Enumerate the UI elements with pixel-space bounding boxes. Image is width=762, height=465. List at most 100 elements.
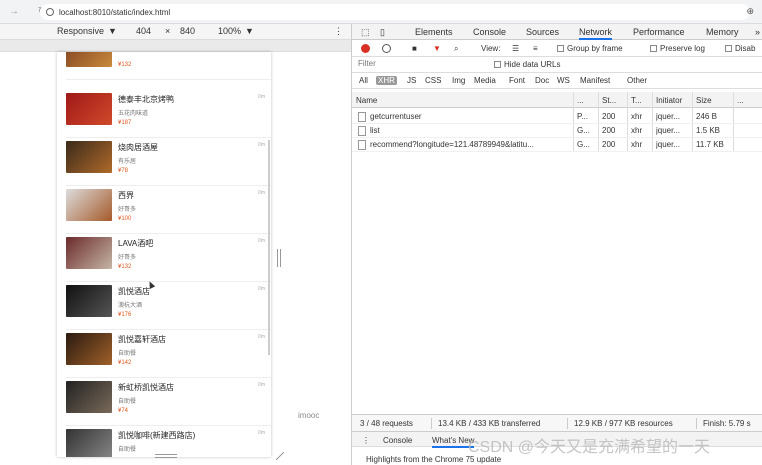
list-item[interactable]: 德泰丰北京烤鸭 五花肉味道 ¥187 0m bbox=[57, 90, 271, 138]
watermark: CSDN @今天又是充满希望的一天 bbox=[468, 439, 711, 456]
tab-drawer-console[interactable]: Console bbox=[383, 436, 412, 445]
device-toggle-icon[interactable]: ▯ bbox=[380, 27, 385, 38]
filter-icon[interactable]: ▼ bbox=[433, 44, 441, 53]
cell-m: G... bbox=[577, 126, 590, 135]
type-filter-xhr[interactable]: XHR bbox=[376, 76, 397, 85]
list-item[interactable]: LAVA酒吧 好哥多 ¥132 0m bbox=[57, 234, 271, 282]
zoom-select[interactable]: 100% bbox=[218, 26, 241, 36]
tab-network[interactable]: Network bbox=[579, 27, 613, 40]
requests-count: 3 / 48 requests bbox=[360, 419, 413, 428]
type-filter-manifest[interactable]: Manifest bbox=[578, 76, 612, 85]
restaurant-distance: 0m bbox=[258, 382, 265, 388]
url-text: localhost:8010/static/index.html bbox=[59, 7, 171, 17]
restaurant-photo bbox=[66, 52, 112, 67]
height-field[interactable]: 840 bbox=[180, 26, 195, 36]
list-view-icon[interactable]: ☰ bbox=[512, 44, 519, 53]
type-filter-img[interactable]: Img bbox=[450, 76, 467, 85]
restaurant-price: ¥142 bbox=[118, 360, 132, 366]
more-icon[interactable]: ⋮ bbox=[334, 26, 343, 37]
restaurant-photo bbox=[66, 93, 112, 125]
restaurant-tag: 好哥多 bbox=[118, 255, 137, 261]
tab-sources[interactable]: Sources bbox=[526, 27, 559, 37]
preserve-log[interactable]: Preserve log bbox=[650, 44, 705, 53]
device-select[interactable]: Responsive bbox=[57, 26, 104, 36]
resize-handle-bottom[interactable] bbox=[155, 454, 177, 458]
restaurant-name: 凯悦咖啡(新建西路店) bbox=[118, 431, 196, 440]
table-header: Name... St... T... Initiator Size... bbox=[352, 92, 762, 108]
restaurant-distance: 0m bbox=[258, 286, 265, 292]
restaurant-name: 凯悦嘉轩酒店 bbox=[118, 335, 166, 344]
hide-data-urls[interactable]: Hide data URLs bbox=[494, 60, 560, 69]
devtools-tabs: ⬚ ▯ Elements Console Sources Network Per… bbox=[352, 24, 762, 40]
disable-cache[interactable]: Disab bbox=[725, 44, 755, 53]
restaurant-photo bbox=[66, 285, 112, 317]
type-filter-other[interactable]: Other bbox=[625, 76, 649, 85]
drawer-menu-icon[interactable]: ⋮ bbox=[362, 436, 370, 445]
restaurant-distance: 0m bbox=[258, 334, 265, 340]
restaurant-name: 烧肉居酒屋 bbox=[118, 143, 158, 152]
camera-icon[interactable]: ■ bbox=[412, 44, 417, 53]
width-field[interactable]: 404 bbox=[136, 26, 151, 36]
file-icon bbox=[358, 112, 366, 122]
list-item[interactable]: 凯悦咖啡(新建西路店) 自助餐 0m bbox=[57, 426, 271, 457]
tab-memory[interactable]: Memory bbox=[706, 27, 739, 37]
cell-size: 11.7 KB bbox=[696, 140, 724, 149]
table-row[interactable]: getcurrentuser P... 200 xhr jquer... 246 B bbox=[352, 110, 762, 124]
list-item[interactable]: 烧肉居酒屋 有乐居 ¥78 0m bbox=[57, 138, 271, 186]
cell-size: 1.5 KB bbox=[696, 126, 721, 135]
column-header[interactable]: ... bbox=[737, 96, 744, 105]
inspect-icon[interactable]: ⬚ bbox=[361, 27, 370, 38]
tab-elements[interactable]: Elements bbox=[415, 27, 453, 37]
resize-handle[interactable] bbox=[277, 249, 281, 267]
network-toolbar: ■ ▼ ⌕ View: ☰ ≡ Group by frame Preserve … bbox=[352, 40, 762, 57]
type-filter-font[interactable]: Font bbox=[507, 76, 527, 85]
type-filter-css[interactable]: CSS bbox=[423, 76, 443, 85]
list-item[interactable]: ¥132 bbox=[57, 52, 271, 80]
resize-corner[interactable] bbox=[276, 452, 284, 460]
type-filter-media[interactable]: Media bbox=[472, 76, 498, 85]
column-header[interactable]: ... bbox=[577, 96, 584, 105]
type-filter-all[interactable]: All bbox=[357, 76, 370, 85]
restaurant-tag: 好哥多 bbox=[118, 207, 137, 213]
transferred-size: 13.4 KB / 433 KB transferred bbox=[438, 419, 541, 428]
tab-console[interactable]: Console bbox=[473, 27, 506, 37]
type-filter-js[interactable]: JS bbox=[405, 76, 418, 85]
column-header[interactable]: T... bbox=[631, 96, 642, 105]
record-icon[interactable] bbox=[361, 44, 370, 53]
list-item[interactable]: 新虹桥凯悦酒店 自助餐 ¥74 0m bbox=[57, 378, 271, 426]
more-tabs-icon[interactable]: » bbox=[755, 27, 760, 37]
list-item[interactable]: 凯悦酒店澳杭大酒 ¥176 0m bbox=[57, 282, 271, 330]
type-filter-ws[interactable]: WS bbox=[555, 76, 572, 85]
cell-size: 246 B bbox=[696, 112, 717, 121]
file-icon bbox=[358, 140, 366, 150]
restaurant-distance: 0m bbox=[258, 238, 265, 244]
restaurant-tag: 自助餐 bbox=[118, 399, 137, 405]
table-row[interactable]: recommend?longitude=121.48789949&latitu.… bbox=[352, 138, 762, 152]
tab-performance[interactable]: Performance bbox=[633, 27, 685, 37]
waterfall-icon[interactable]: ≡ bbox=[533, 44, 538, 53]
url-field[interactable]: localhost:8010/static/index.html bbox=[40, 4, 750, 20]
column-header[interactable]: St... bbox=[602, 96, 616, 105]
group-by-frame[interactable]: Group by frame bbox=[557, 44, 623, 53]
filter-bar: Filter Hide data URLs bbox=[352, 57, 762, 73]
list-item[interactable]: 西界 好哥多 ¥100 0m bbox=[57, 186, 271, 234]
restaurant-tag: 五花肉味道 bbox=[118, 111, 149, 117]
restaurant-tag: 澳杭大酒 bbox=[118, 303, 143, 309]
scrollbar[interactable] bbox=[268, 140, 270, 355]
info-icon[interactable] bbox=[46, 8, 54, 16]
filter-input[interactable]: Filter bbox=[356, 59, 486, 71]
extension-icon[interactable]: ⊕ bbox=[746, 6, 754, 17]
clear-icon[interactable] bbox=[382, 44, 391, 53]
type-filter-doc[interactable]: Doc bbox=[533, 76, 551, 85]
restaurant-price: ¥176 bbox=[118, 312, 132, 318]
cell-name: list bbox=[370, 126, 380, 135]
column-header[interactable]: Name bbox=[356, 96, 377, 105]
restaurant-photo bbox=[66, 429, 112, 457]
table-row[interactable]: list G... 200 xhr jquer... 1.5 KB bbox=[352, 124, 762, 138]
list-item[interactable]: 凯悦嘉轩酒店 自助餐 ¥142 0m bbox=[57, 330, 271, 378]
column-header[interactable]: Initiator bbox=[656, 96, 682, 105]
restaurant-name: 凯悦酒店 bbox=[118, 287, 150, 296]
search-icon[interactable]: ⌕ bbox=[454, 44, 458, 54]
back-icon[interactable]: → bbox=[0, 6, 28, 17]
column-header[interactable]: Size bbox=[696, 96, 712, 105]
